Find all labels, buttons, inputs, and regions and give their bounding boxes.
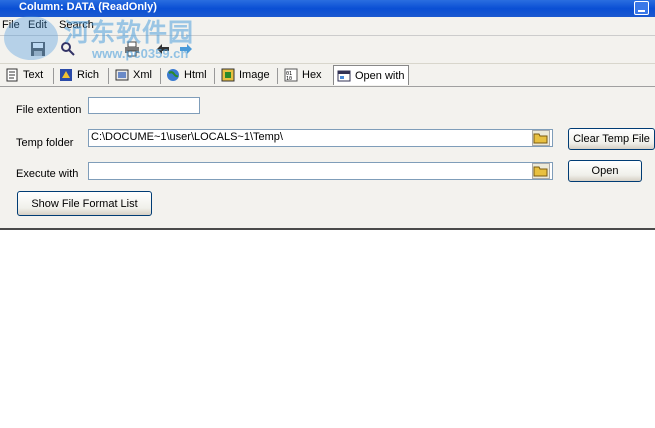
content-area[interactable]	[0, 228, 655, 428]
folder-open-icon	[533, 133, 548, 144]
rich-text-icon	[60, 69, 72, 81]
tab-xml-label: Xml	[133, 69, 152, 81]
tab-text[interactable]: Text	[5, 66, 43, 84]
watermark-logo	[4, 16, 58, 60]
execute-with-label: Execute with	[16, 168, 79, 180]
clear-temp-file-button[interactable]: Clear Temp File	[568, 128, 655, 150]
tab-text-label: Text	[23, 69, 44, 81]
tab-html-label: Html	[184, 69, 207, 81]
tab-hex[interactable]: 01 10 Hex	[284, 66, 322, 84]
open-with-icon	[337, 70, 351, 81]
tab-rich[interactable]: Rich	[59, 66, 99, 84]
tab-open-with-label: Open with	[355, 69, 405, 82]
execute-with-input[interactable]	[88, 162, 553, 180]
execute-with-browse-button[interactable]	[532, 163, 550, 179]
tab-html[interactable]: Html	[166, 66, 207, 84]
window-title: Column: DATA (ReadOnly)	[19, 1, 157, 13]
tab-rich-label: Rich	[77, 69, 100, 81]
file-extension-label: File extention	[16, 104, 82, 116]
watermark-url: www.pc0359.cn	[92, 46, 189, 61]
minimize-button[interactable]	[634, 1, 649, 15]
folder-open-icon	[533, 166, 548, 177]
tab-open-with[interactable]: Open with	[333, 65, 409, 85]
temp-folder-browse-button[interactable]	[532, 130, 550, 146]
temp-folder-label: Temp folder	[16, 137, 74, 149]
show-file-format-list-button[interactable]: Show File Format List	[17, 191, 152, 216]
watermark-text: 河东软件园	[64, 19, 195, 47]
xml-icon	[115, 69, 129, 81]
temp-folder-input[interactable]: C:\DOCUME~1\user\LOCALS~1\Temp\	[88, 129, 553, 147]
open-button[interactable]: Open	[568, 160, 642, 182]
tab-hex-label: Hex	[302, 69, 322, 81]
tab-bar: Text Rich Xml Html Image 01 10 Hex Open w…	[0, 64, 655, 87]
svg-text:10: 10	[286, 76, 292, 82]
tab-image[interactable]: Image	[221, 66, 270, 84]
hex-icon: 0110	[284, 68, 298, 82]
tab-image-label: Image	[239, 69, 270, 81]
tab-xml[interactable]: Xml	[115, 66, 152, 84]
text-doc-icon	[6, 68, 18, 82]
temp-folder-value: C:\DOCUME~1\user\LOCALS~1\Temp\	[91, 131, 283, 143]
html-globe-icon	[167, 69, 179, 81]
file-extension-input[interactable]	[88, 97, 200, 114]
image-icon	[221, 68, 235, 82]
